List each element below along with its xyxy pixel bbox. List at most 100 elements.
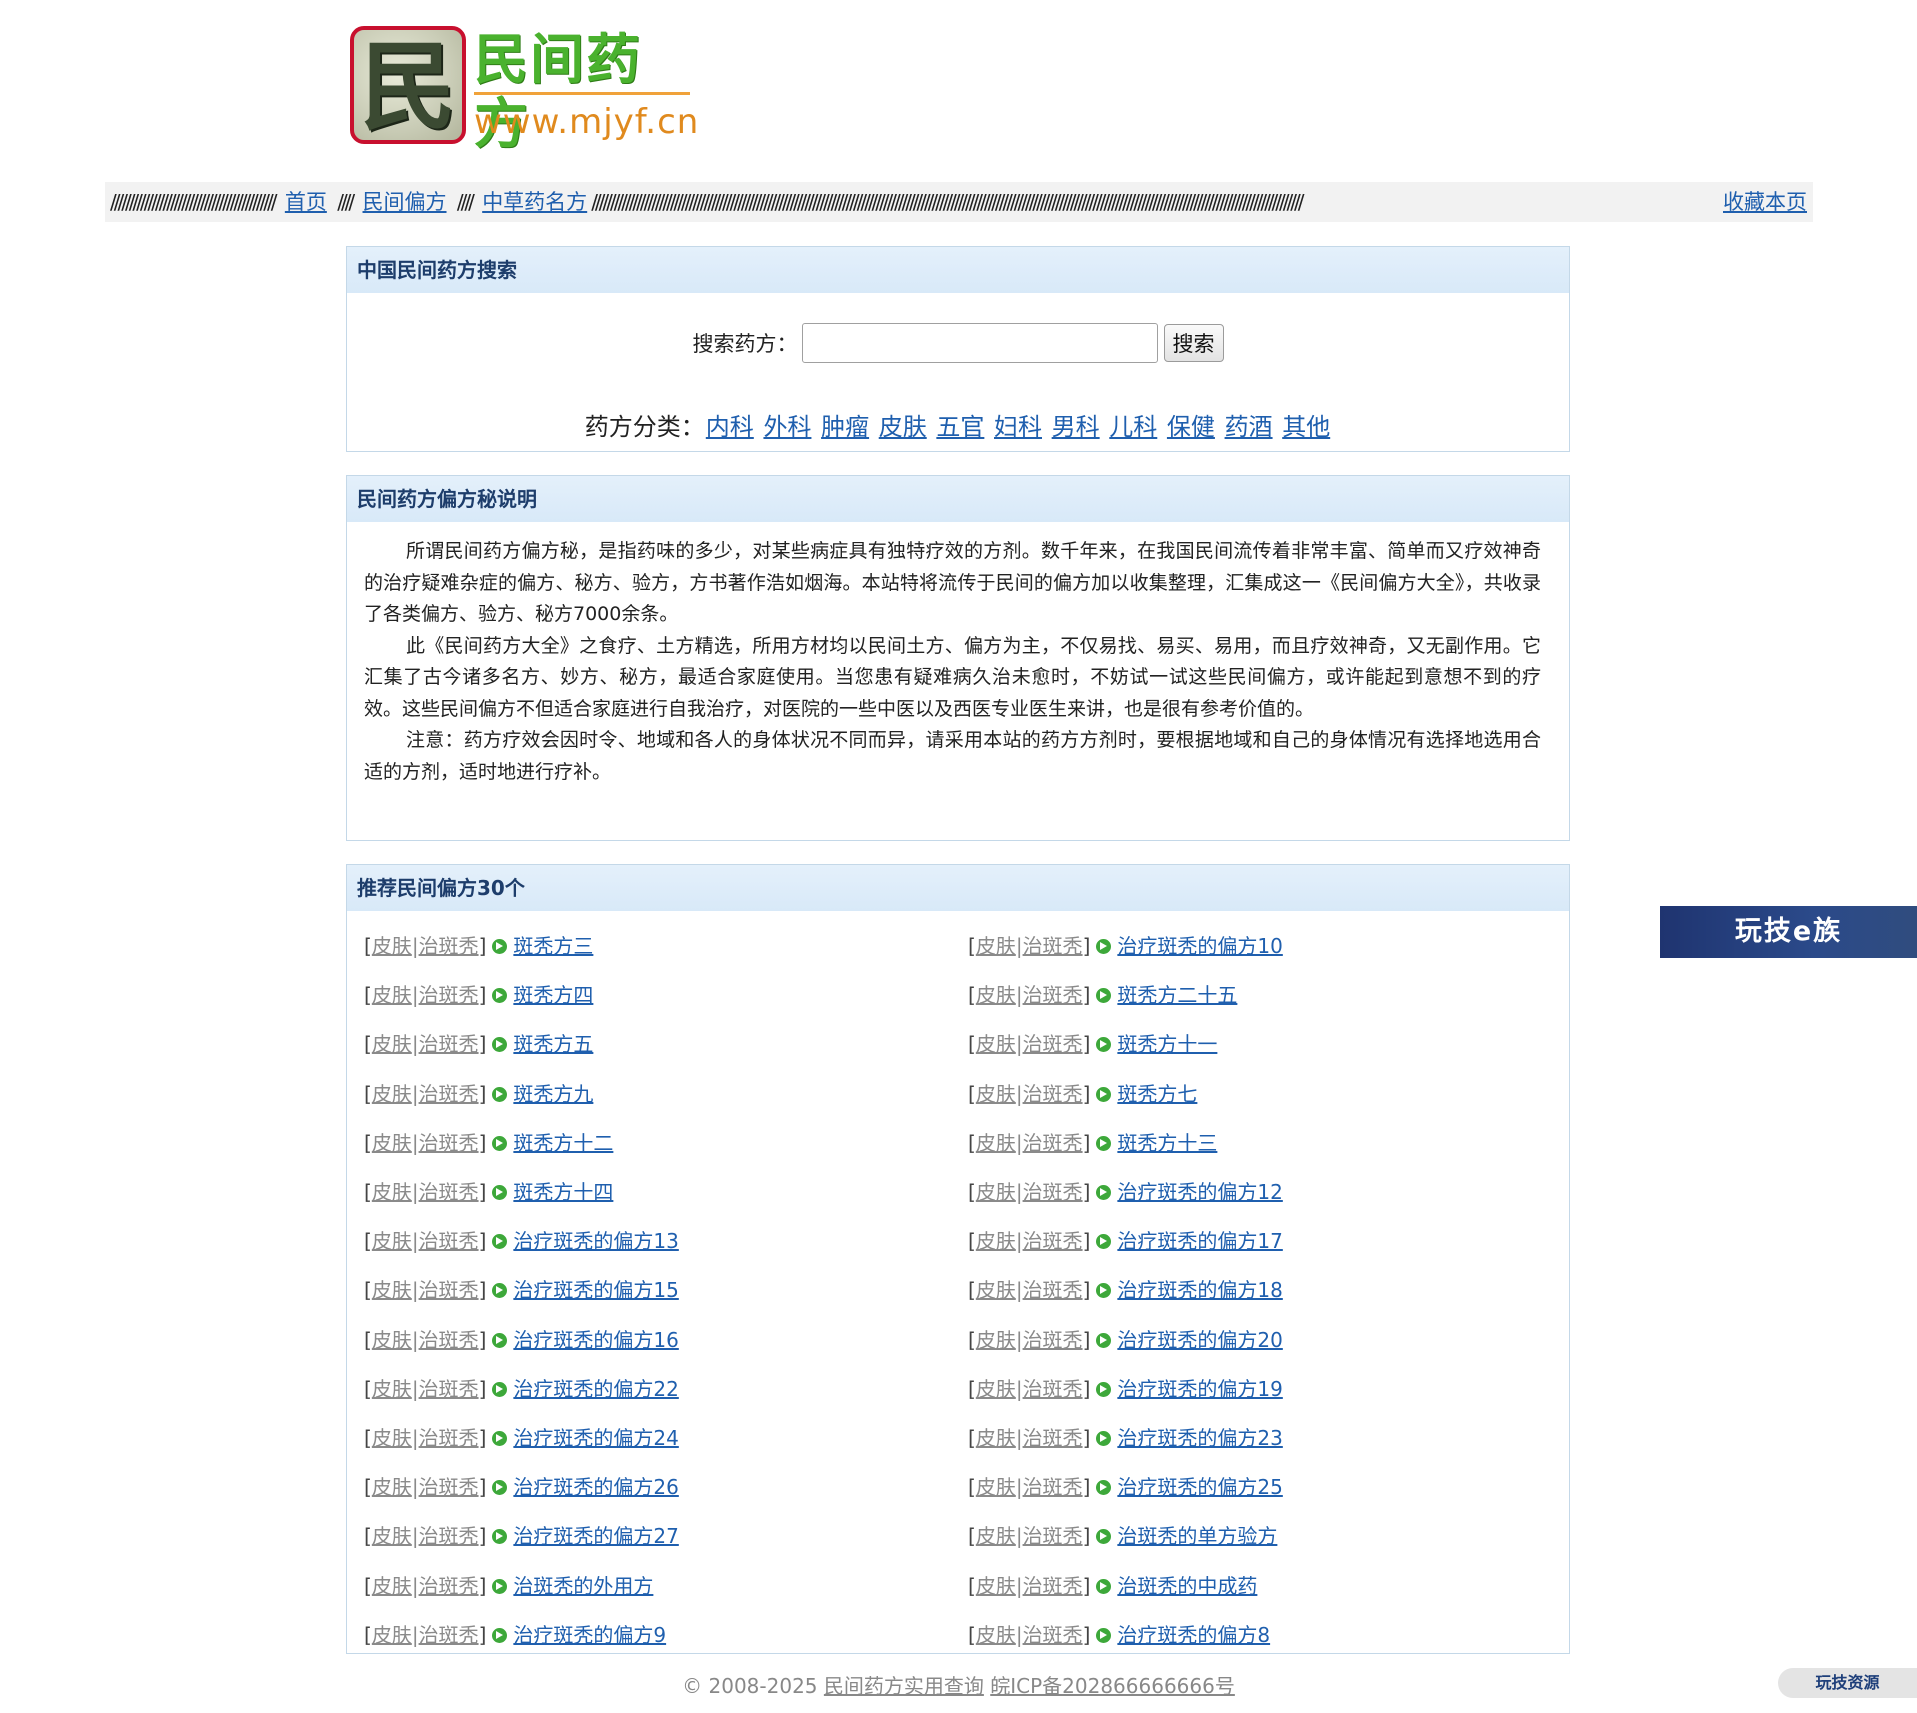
tag-skin-link[interactable]: 皮肤 (976, 1180, 1016, 1204)
tag-skin-link[interactable]: 皮肤 (372, 1574, 412, 1598)
remedy-link[interactable]: 斑秃方四 (513, 983, 593, 1007)
tag-alopecia-link[interactable]: 治斑秃 (419, 1426, 479, 1450)
remedy-link[interactable]: 治疗斑秃的偏方10 (1117, 934, 1282, 958)
remedy-link[interactable]: 治疗斑秃的偏方24 (513, 1426, 678, 1450)
tag-skin-link[interactable]: 皮肤 (372, 934, 412, 958)
tag-alopecia-link[interactable]: 治斑秃 (419, 983, 479, 1007)
tag-skin-link[interactable]: 皮肤 (976, 1377, 1016, 1401)
remedy-link[interactable]: 治疗斑秃的偏方13 (513, 1229, 678, 1253)
tag-alopecia-link[interactable]: 治斑秃 (1023, 1377, 1083, 1401)
remedy-link[interactable]: 治疗斑秃的偏方12 (1117, 1180, 1282, 1204)
tag-alopecia-link[interactable]: 治斑秃 (419, 934, 479, 958)
remedy-link[interactable]: 治疗斑秃的偏方23 (1117, 1426, 1282, 1450)
tag-alopecia-link[interactable]: 治斑秃 (1023, 1623, 1083, 1647)
tag-alopecia-link[interactable]: 治斑秃 (1023, 1475, 1083, 1499)
category-link[interactable]: 外科 (763, 413, 811, 441)
tag-alopecia-link[interactable]: 治斑秃 (419, 1229, 479, 1253)
tag-alopecia-link[interactable]: 治斑秃 (419, 1278, 479, 1302)
category-link[interactable]: 内科 (706, 413, 754, 441)
tag-skin-link[interactable]: 皮肤 (372, 1278, 412, 1302)
tag-alopecia-link[interactable]: 治斑秃 (1023, 983, 1083, 1007)
remedy-link[interactable]: 治疗斑秃的偏方8 (1117, 1623, 1270, 1647)
bookmark-page-link[interactable]: 收藏本页 (1723, 190, 1807, 214)
tag-skin-link[interactable]: 皮肤 (372, 1180, 412, 1204)
category-link[interactable]: 肿瘤 (821, 413, 869, 441)
tag-skin-link[interactable]: 皮肤 (976, 934, 1016, 958)
category-link[interactable]: 皮肤 (879, 413, 927, 441)
tag-alopecia-link[interactable]: 治斑秃 (1023, 1426, 1083, 1450)
search-input[interactable] (801, 323, 1158, 363)
tag-skin-link[interactable]: 皮肤 (976, 983, 1016, 1007)
tag-skin-link[interactable]: 皮肤 (372, 1032, 412, 1056)
tag-skin-link[interactable]: 皮肤 (976, 1032, 1016, 1056)
category-link[interactable]: 药酒 (1225, 413, 1273, 441)
remedy-link[interactable]: 斑秃方十四 (513, 1180, 613, 1204)
remedy-link[interactable]: 治疗斑秃的偏方15 (513, 1278, 678, 1302)
remedy-link[interactable]: 斑秃方十二 (513, 1131, 613, 1155)
tag-alopecia-link[interactable]: 治斑秃 (1023, 1574, 1083, 1598)
remedy-link[interactable]: 斑秃方十一 (1117, 1032, 1217, 1056)
remedy-link[interactable]: 斑秃方七 (1117, 1082, 1197, 1106)
site-logo[interactable]: 民 民间药方 www.mjyf.cn (350, 22, 698, 155)
category-link[interactable]: 男科 (1052, 413, 1100, 441)
remedy-link[interactable]: 治斑秃的外用方 (513, 1574, 653, 1598)
tag-skin-link[interactable]: 皮肤 (372, 1623, 412, 1647)
tag-skin-link[interactable]: 皮肤 (976, 1278, 1016, 1302)
remedy-link[interactable]: 治疗斑秃的偏方18 (1117, 1278, 1282, 1302)
remedy-link[interactable]: 斑秃方九 (513, 1082, 593, 1106)
tag-alopecia-link[interactable]: 治斑秃 (419, 1082, 479, 1106)
tag-skin-link[interactable]: 皮肤 (976, 1082, 1016, 1106)
tag-skin-link[interactable]: 皮肤 (372, 1475, 412, 1499)
tag-skin-link[interactable]: 皮肤 (976, 1524, 1016, 1548)
tag-skin-link[interactable]: 皮肤 (372, 1131, 412, 1155)
remedy-link[interactable]: 斑秃方二十五 (1117, 983, 1237, 1007)
tag-skin-link[interactable]: 皮肤 (372, 1377, 412, 1401)
remedy-link[interactable]: 治疗斑秃的偏方9 (513, 1623, 666, 1647)
category-link[interactable]: 妇科 (994, 413, 1042, 441)
remedy-link[interactable]: 斑秃方五 (513, 1032, 593, 1056)
nav-herbal-link[interactable]: 中草药名方 (482, 190, 587, 214)
nav-home-link[interactable]: 首页 (285, 190, 327, 214)
tag-alopecia-link[interactable]: 治斑秃 (419, 1131, 479, 1155)
remedy-link[interactable]: 治疗斑秃的偏方20 (1117, 1328, 1282, 1352)
tag-alopecia-link[interactable]: 治斑秃 (1023, 1229, 1083, 1253)
tag-alopecia-link[interactable]: 治斑秃 (419, 1574, 479, 1598)
remedy-link[interactable]: 治疗斑秃的偏方26 (513, 1475, 678, 1499)
remedy-link[interactable]: 治疗斑秃的偏方16 (513, 1328, 678, 1352)
tag-alopecia-link[interactable]: 治斑秃 (419, 1328, 479, 1352)
tag-alopecia-link[interactable]: 治斑秃 (1023, 1524, 1083, 1548)
tag-skin-link[interactable]: 皮肤 (372, 1229, 412, 1253)
tag-skin-link[interactable]: 皮肤 (372, 1328, 412, 1352)
footer-icp-link[interactable]: 皖ICP备202866666666号 (990, 1674, 1235, 1698)
remedy-link[interactable]: 治疗斑秃的偏方25 (1117, 1475, 1282, 1499)
tag-alopecia-link[interactable]: 治斑秃 (419, 1524, 479, 1548)
category-link[interactable]: 儿科 (1109, 413, 1157, 441)
tag-skin-link[interactable]: 皮肤 (372, 1426, 412, 1450)
tag-alopecia-link[interactable]: 治斑秃 (1023, 934, 1083, 958)
remedy-link[interactable]: 治斑秃的中成药 (1117, 1574, 1257, 1598)
tag-alopecia-link[interactable]: 治斑秃 (1023, 1082, 1083, 1106)
remedy-link[interactable]: 治疗斑秃的偏方17 (1117, 1229, 1282, 1253)
remedy-link[interactable]: 治疗斑秃的偏方22 (513, 1377, 678, 1401)
tag-alopecia-link[interactable]: 治斑秃 (419, 1623, 479, 1647)
tag-skin-link[interactable]: 皮肤 (372, 1082, 412, 1106)
tag-alopecia-link[interactable]: 治斑秃 (1023, 1032, 1083, 1056)
tag-alopecia-link[interactable]: 治斑秃 (1023, 1278, 1083, 1302)
category-link[interactable]: 五官 (936, 413, 984, 441)
remedy-link[interactable]: 治疗斑秃的偏方27 (513, 1524, 678, 1548)
category-link[interactable]: 保健 (1167, 413, 1215, 441)
tag-skin-link[interactable]: 皮肤 (976, 1426, 1016, 1450)
tag-skin-link[interactable]: 皮肤 (372, 1524, 412, 1548)
tag-skin-link[interactable]: 皮肤 (976, 1475, 1016, 1499)
remedy-link[interactable]: 斑秃方十三 (1117, 1131, 1217, 1155)
tag-alopecia-link[interactable]: 治斑秃 (419, 1180, 479, 1204)
tag-alopecia-link[interactable]: 治斑秃 (419, 1032, 479, 1056)
tag-skin-link[interactable]: 皮肤 (976, 1623, 1016, 1647)
tag-alopecia-link[interactable]: 治斑秃 (1023, 1328, 1083, 1352)
tag-skin-link[interactable]: 皮肤 (976, 1328, 1016, 1352)
tag-alopecia-link[interactable]: 治斑秃 (1023, 1180, 1083, 1204)
nav-folk-remedies-link[interactable]: 民间偏方 (363, 190, 447, 214)
tag-alopecia-link[interactable]: 治斑秃 (419, 1377, 479, 1401)
search-button[interactable]: 搜索 (1163, 324, 1224, 362)
tag-skin-link[interactable]: 皮肤 (976, 1229, 1016, 1253)
